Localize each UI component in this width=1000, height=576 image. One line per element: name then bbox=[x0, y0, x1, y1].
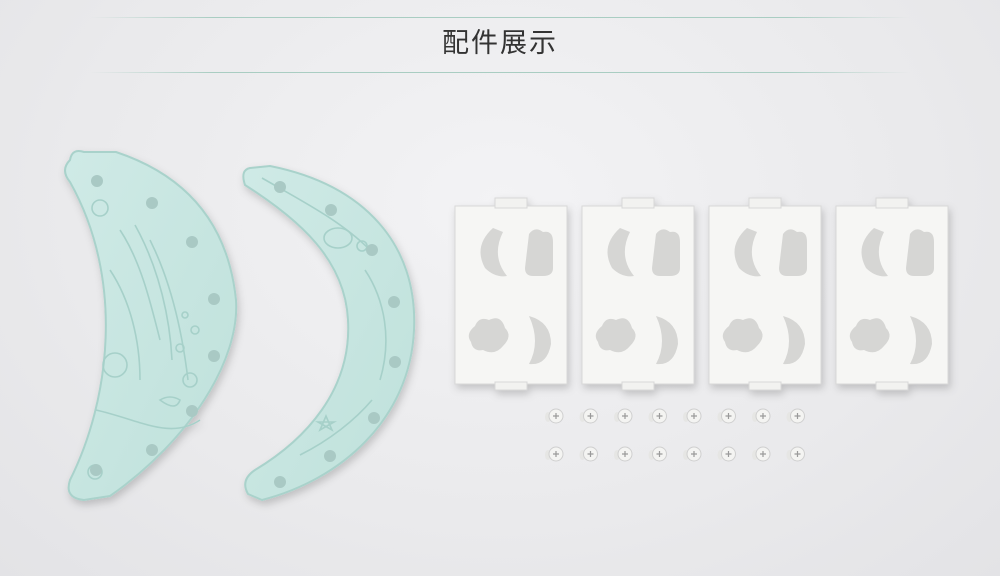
connector-block bbox=[835, 197, 949, 391]
screw bbox=[683, 446, 702, 462]
screw bbox=[786, 408, 805, 424]
accessories-scene bbox=[64, 150, 949, 502]
screw bbox=[648, 446, 667, 462]
screws bbox=[545, 408, 805, 462]
screw bbox=[579, 446, 598, 462]
screw bbox=[752, 408, 771, 424]
connector-blocks bbox=[454, 197, 949, 391]
screw bbox=[648, 408, 667, 424]
screw bbox=[752, 446, 771, 462]
screw bbox=[683, 408, 702, 424]
arc-panel-right bbox=[242, 164, 416, 502]
screw bbox=[545, 446, 564, 462]
screw bbox=[717, 446, 736, 462]
screw bbox=[786, 446, 805, 462]
screw bbox=[717, 408, 736, 424]
connector-block bbox=[708, 197, 822, 391]
screw bbox=[614, 408, 633, 424]
screw bbox=[579, 408, 598, 424]
connector-block bbox=[581, 197, 695, 391]
screw bbox=[614, 446, 633, 462]
screw bbox=[545, 408, 564, 424]
connector-block bbox=[454, 197, 568, 391]
arc-panel-left bbox=[64, 150, 238, 502]
